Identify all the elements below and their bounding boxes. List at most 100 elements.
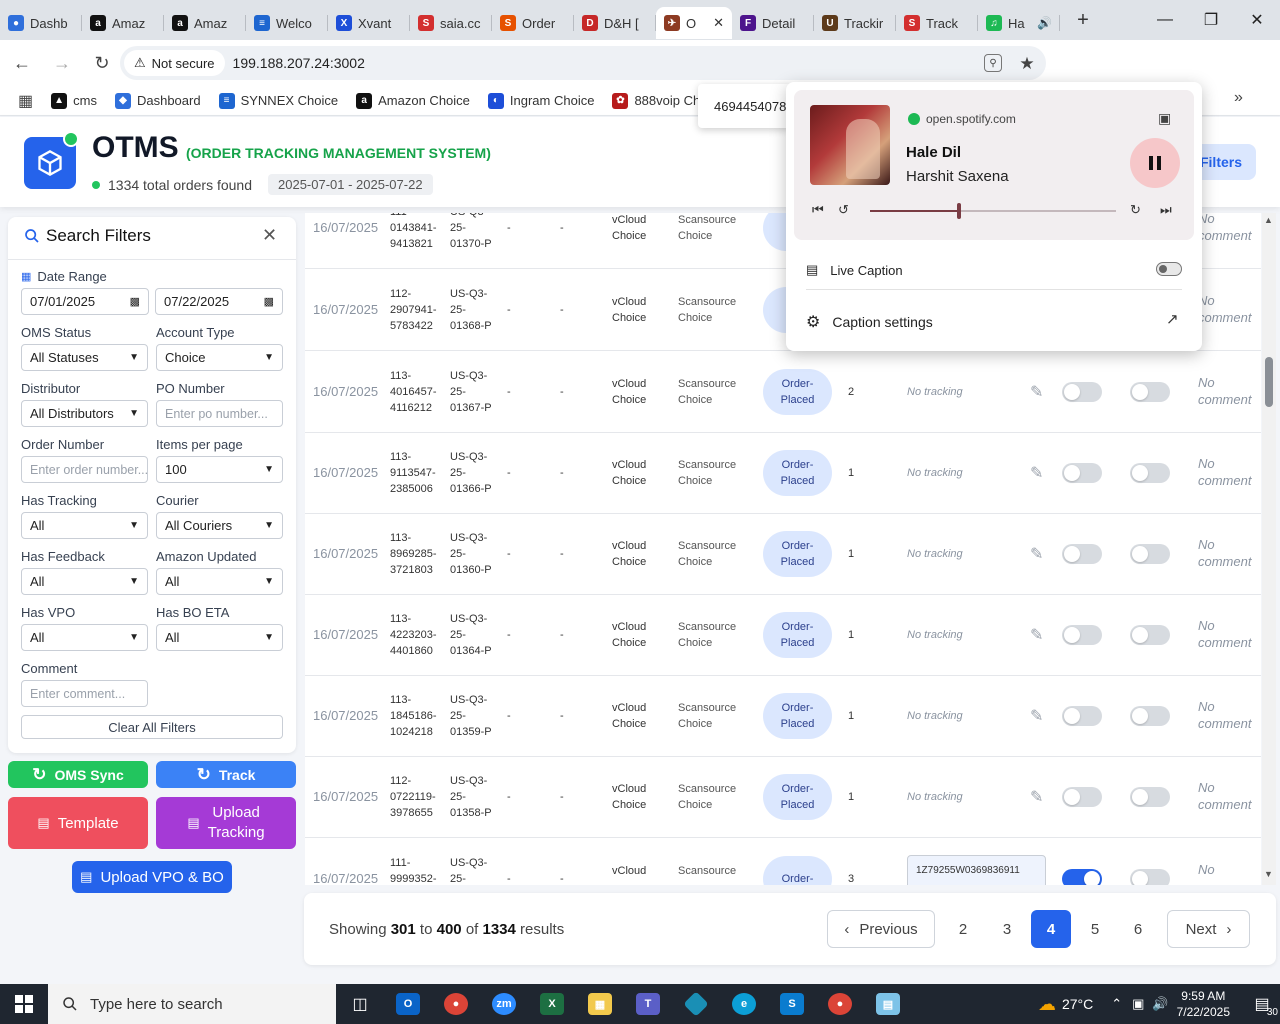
browser-tab[interactable]: a Amaz <box>82 7 164 39</box>
app-diamond-icon[interactable] <box>672 984 720 1024</box>
browser-tab[interactable]: Ssaia.cc <box>410 7 492 39</box>
network-icon[interactable]: ▣ <box>1132 996 1144 1012</box>
new-tab-icon[interactable]: + <box>1068 5 1098 35</box>
has-vpo-select[interactable]: All ▼ <box>21 624 148 651</box>
not-secure-chip[interactable]: ⚠ Not secure <box>124 50 225 76</box>
address-bar[interactable]: ⚠ Not secure 199.188.207.24:3002 ⚲ ★ <box>120 46 1046 80</box>
back-icon[interactable]: ← <box>4 45 40 81</box>
page-button-2[interactable]: 2 <box>944 910 982 948</box>
oms-status-select[interactable]: All Statuses ▼ <box>21 344 148 371</box>
feedback-toggle[interactable] <box>1130 706 1170 726</box>
previous-track-icon[interactable]: ⏮ <box>812 202 824 218</box>
edit-pencil-icon[interactable]: ✎ <box>1030 625 1043 645</box>
browser-tab[interactable]: F Detail <box>732 7 814 39</box>
clock[interactable]: 9:59 AM 7/22/2025 <box>1177 988 1230 1020</box>
volume-icon[interactable]: 🔊 <box>1152 996 1168 1012</box>
comment-cell[interactable]: No comment <box>1198 698 1251 732</box>
weather-icon[interactable]: ☁ <box>1038 994 1056 1015</box>
browser-tab[interactable]: D D&H [ <box>574 7 656 39</box>
pause-button[interactable] <box>1130 138 1180 188</box>
temperature-text[interactable]: 27°C <box>1062 996 1093 1012</box>
calendar-icon[interactable]: ▩ <box>130 295 140 308</box>
comment-cell[interactable]: No <box>1198 861 1215 878</box>
outlook-icon[interactable]: O <box>384 984 432 1024</box>
picture-in-picture-icon[interactable]: ▣ <box>1158 110 1171 127</box>
upload-vpo-bo-button[interactable]: ▤ Upload VPO & BO <box>72 861 232 893</box>
feedback-toggle[interactable] <box>1130 544 1170 564</box>
page-button-3[interactable]: 3 <box>988 910 1026 948</box>
bookmark-item[interactable]: ◆ Dashboard <box>114 92 201 109</box>
edit-pencil-icon[interactable]: ✎ <box>1030 544 1043 564</box>
edit-pencil-icon[interactable]: ✎ <box>1030 787 1043 807</box>
amazon-updated-toggle[interactable] <box>1062 787 1102 807</box>
zoom-icon[interactable]: zm <box>480 984 528 1024</box>
maximize-icon[interactable]: ❐ <box>1188 0 1234 40</box>
excel-icon[interactable]: X <box>528 984 576 1024</box>
script-app-icon[interactable]: S <box>768 984 816 1024</box>
has-bo-eta-select[interactable]: All ▼ <box>156 624 283 651</box>
tracking-number[interactable]: 1Z79255W0369836911 <box>907 855 1046 885</box>
table-scrollbar[interactable]: ▲ ▼ <box>1262 213 1276 885</box>
task-view-icon[interactable]: ◫ <box>336 984 384 1024</box>
clear-filters-button[interactable]: Clear All Filters <box>21 715 283 739</box>
bookmarks-overflow-icon[interactable]: » <box>1234 89 1243 107</box>
browser-tab[interactable]: ♫ Ha 🔊 <box>978 7 1060 39</box>
seek-forward-icon[interactable]: ↻ <box>1130 202 1141 218</box>
apps-grid-icon[interactable]: ▦ <box>18 91 33 111</box>
browser-tab[interactable]: ✈ O ✕ <box>656 7 732 39</box>
feedback-toggle[interactable] <box>1130 382 1170 402</box>
browser-tab[interactable]: X Xvant <box>328 7 410 39</box>
browser-tab[interactable]: a Amaz <box>164 7 246 39</box>
playback-progress[interactable] <box>870 203 1116 219</box>
amazon-updated-toggle[interactable] <box>1062 382 1102 402</box>
amazon-updated-select[interactable]: All ▼ <box>156 568 283 595</box>
items-per-page-select[interactable]: 100 ▼ <box>156 456 283 483</box>
scrollbar-thumb[interactable] <box>1265 357 1273 407</box>
amazon-updated-toggle[interactable] <box>1062 625 1102 645</box>
comment-cell[interactable]: No comment <box>1198 374 1251 408</box>
playback-progress-knob[interactable] <box>956 203 961 219</box>
date-from-input[interactable]: 07/01/2025 ▩ <box>21 288 149 315</box>
comment-cell[interactable]: No comment <box>1198 292 1251 326</box>
browser-tab[interactable]: ≡ Welco <box>246 7 328 39</box>
browser-tab[interactable]: S Order <box>492 7 574 39</box>
comment-cell[interactable]: No comment <box>1198 617 1251 651</box>
seek-back-icon[interactable]: ↺ <box>838 202 849 218</box>
browser-tab[interactable]: ● Dashb <box>0 7 82 39</box>
distributor-select[interactable]: All Distributors ▼ <box>21 400 148 427</box>
courier-select[interactable]: All Couriers ▼ <box>156 512 283 539</box>
upload-tracking-button[interactable]: ▤ Upload Tracking <box>156 797 296 849</box>
browser-tab[interactable]: U Trackir <box>814 7 896 39</box>
has-feedback-select[interactable]: All ▼ <box>21 568 148 595</box>
live-caption-row[interactable]: ▤ Live Caption <box>806 262 903 278</box>
amazon-updated-toggle[interactable] <box>1062 544 1102 564</box>
comment-input[interactable]: Enter comment... <box>21 680 148 707</box>
scroll-down-icon[interactable]: ▼ <box>1264 869 1273 879</box>
edge-icon[interactable]: e <box>720 984 768 1024</box>
page-button-4[interactable]: 4 <box>1031 910 1071 948</box>
bookmark-star-icon[interactable]: ★ <box>1016 53 1038 75</box>
lens-icon[interactable]: ⚲ <box>984 54 1002 72</box>
feedback-toggle[interactable] <box>1130 625 1170 645</box>
open-external-icon[interactable]: ↗ <box>1166 310 1179 328</box>
amazon-updated-toggle[interactable] <box>1062 869 1102 885</box>
browser-tab[interactable]: S Track <box>896 7 978 39</box>
bookmark-item[interactable]: ▲ cms <box>51 92 97 109</box>
comment-cell[interactable]: No comment <box>1198 455 1251 489</box>
feedback-toggle[interactable] <box>1130 787 1170 807</box>
po-number-input[interactable]: Enter po number... <box>156 400 283 427</box>
forward-icon[interactable]: → <box>44 45 80 81</box>
notepad-icon[interactable]: ▤ <box>864 984 912 1024</box>
file-explorer-icon[interactable]: ▦ <box>576 984 624 1024</box>
previous-page-button[interactable]: ‹ Previous <box>827 910 935 948</box>
chrome-icon[interactable]: ● <box>816 984 864 1024</box>
feedback-toggle[interactable] <box>1130 463 1170 483</box>
audio-playing-icon[interactable]: 🔊 <box>1037 16 1052 30</box>
calendar-icon[interactable]: ▩ <box>264 295 274 308</box>
template-button[interactable]: ▤ Template <box>8 797 148 849</box>
chevron-up-icon[interactable]: ⌃ <box>1111 996 1122 1012</box>
notifications-icon[interactable]: ▤ 30 <box>1244 984 1280 1024</box>
bookmark-item[interactable]: a Amazon Choice <box>356 92 470 109</box>
has-tracking-select[interactable]: All ▼ <box>21 512 148 539</box>
windows-start-icon[interactable] <box>0 984 48 1024</box>
